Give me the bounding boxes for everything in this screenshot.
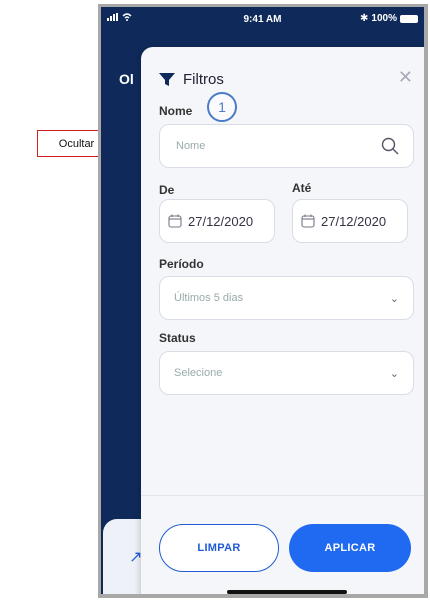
status-value: Selecione (174, 367, 223, 379)
filter-drawer: Filtros ✕ Nome 1 De Até 27/12/2020 (141, 47, 424, 594)
phone-frame: 9:41 AM ✱ 100% Ol ↗ Filtros ✕ Nome 1 De … (98, 4, 428, 598)
close-icon[interactable]: ✕ (398, 67, 413, 88)
nome-field[interactable] (159, 124, 414, 168)
periodo-select[interactable]: Últimos 5 dias ⌄ (159, 276, 414, 320)
step-marker: 1 (207, 92, 237, 122)
nome-input[interactable] (174, 139, 381, 153)
battery-percent: 100% (371, 13, 397, 24)
ate-label: Até (292, 181, 312, 195)
background-greeting: Ol (119, 71, 134, 87)
clear-button[interactable]: LIMPAR (159, 524, 279, 572)
bluetooth-icon: ✱ (360, 13, 369, 24)
battery-icon (400, 14, 418, 23)
funnel-icon (159, 72, 175, 86)
de-date-field[interactable]: 27/12/2020 (159, 199, 275, 243)
drawer-header: Filtros (159, 71, 224, 88)
annotation-label: Ocultar (58, 137, 95, 150)
nome-label: Nome (159, 104, 193, 118)
status-bar: 9:41 AM ✱ 100% (101, 7, 424, 31)
de-date-value: 27/12/2020 (188, 213, 254, 229)
ate-date-value: 27/12/2020 (321, 213, 387, 229)
de-label: De (159, 183, 175, 197)
footer-divider (141, 495, 424, 496)
calendar-icon (301, 214, 315, 228)
chevron-down-icon: ⌄ (389, 367, 399, 380)
apply-button[interactable]: APLICAR (289, 524, 411, 572)
drawer-title: Filtros (183, 71, 224, 88)
status-select[interactable]: Selecione ⌄ (159, 351, 414, 395)
periodo-value: Últimos 5 dias (174, 292, 244, 304)
calendar-icon (168, 214, 182, 228)
chevron-down-icon: ⌄ (389, 292, 399, 305)
status-right: ✱ 100% (360, 13, 418, 24)
search-icon[interactable] (381, 137, 399, 155)
status-label: Status (159, 331, 196, 345)
periodo-label: Período (159, 257, 204, 271)
ate-date-field[interactable]: 27/12/2020 (292, 199, 408, 243)
home-indicator (227, 590, 347, 594)
